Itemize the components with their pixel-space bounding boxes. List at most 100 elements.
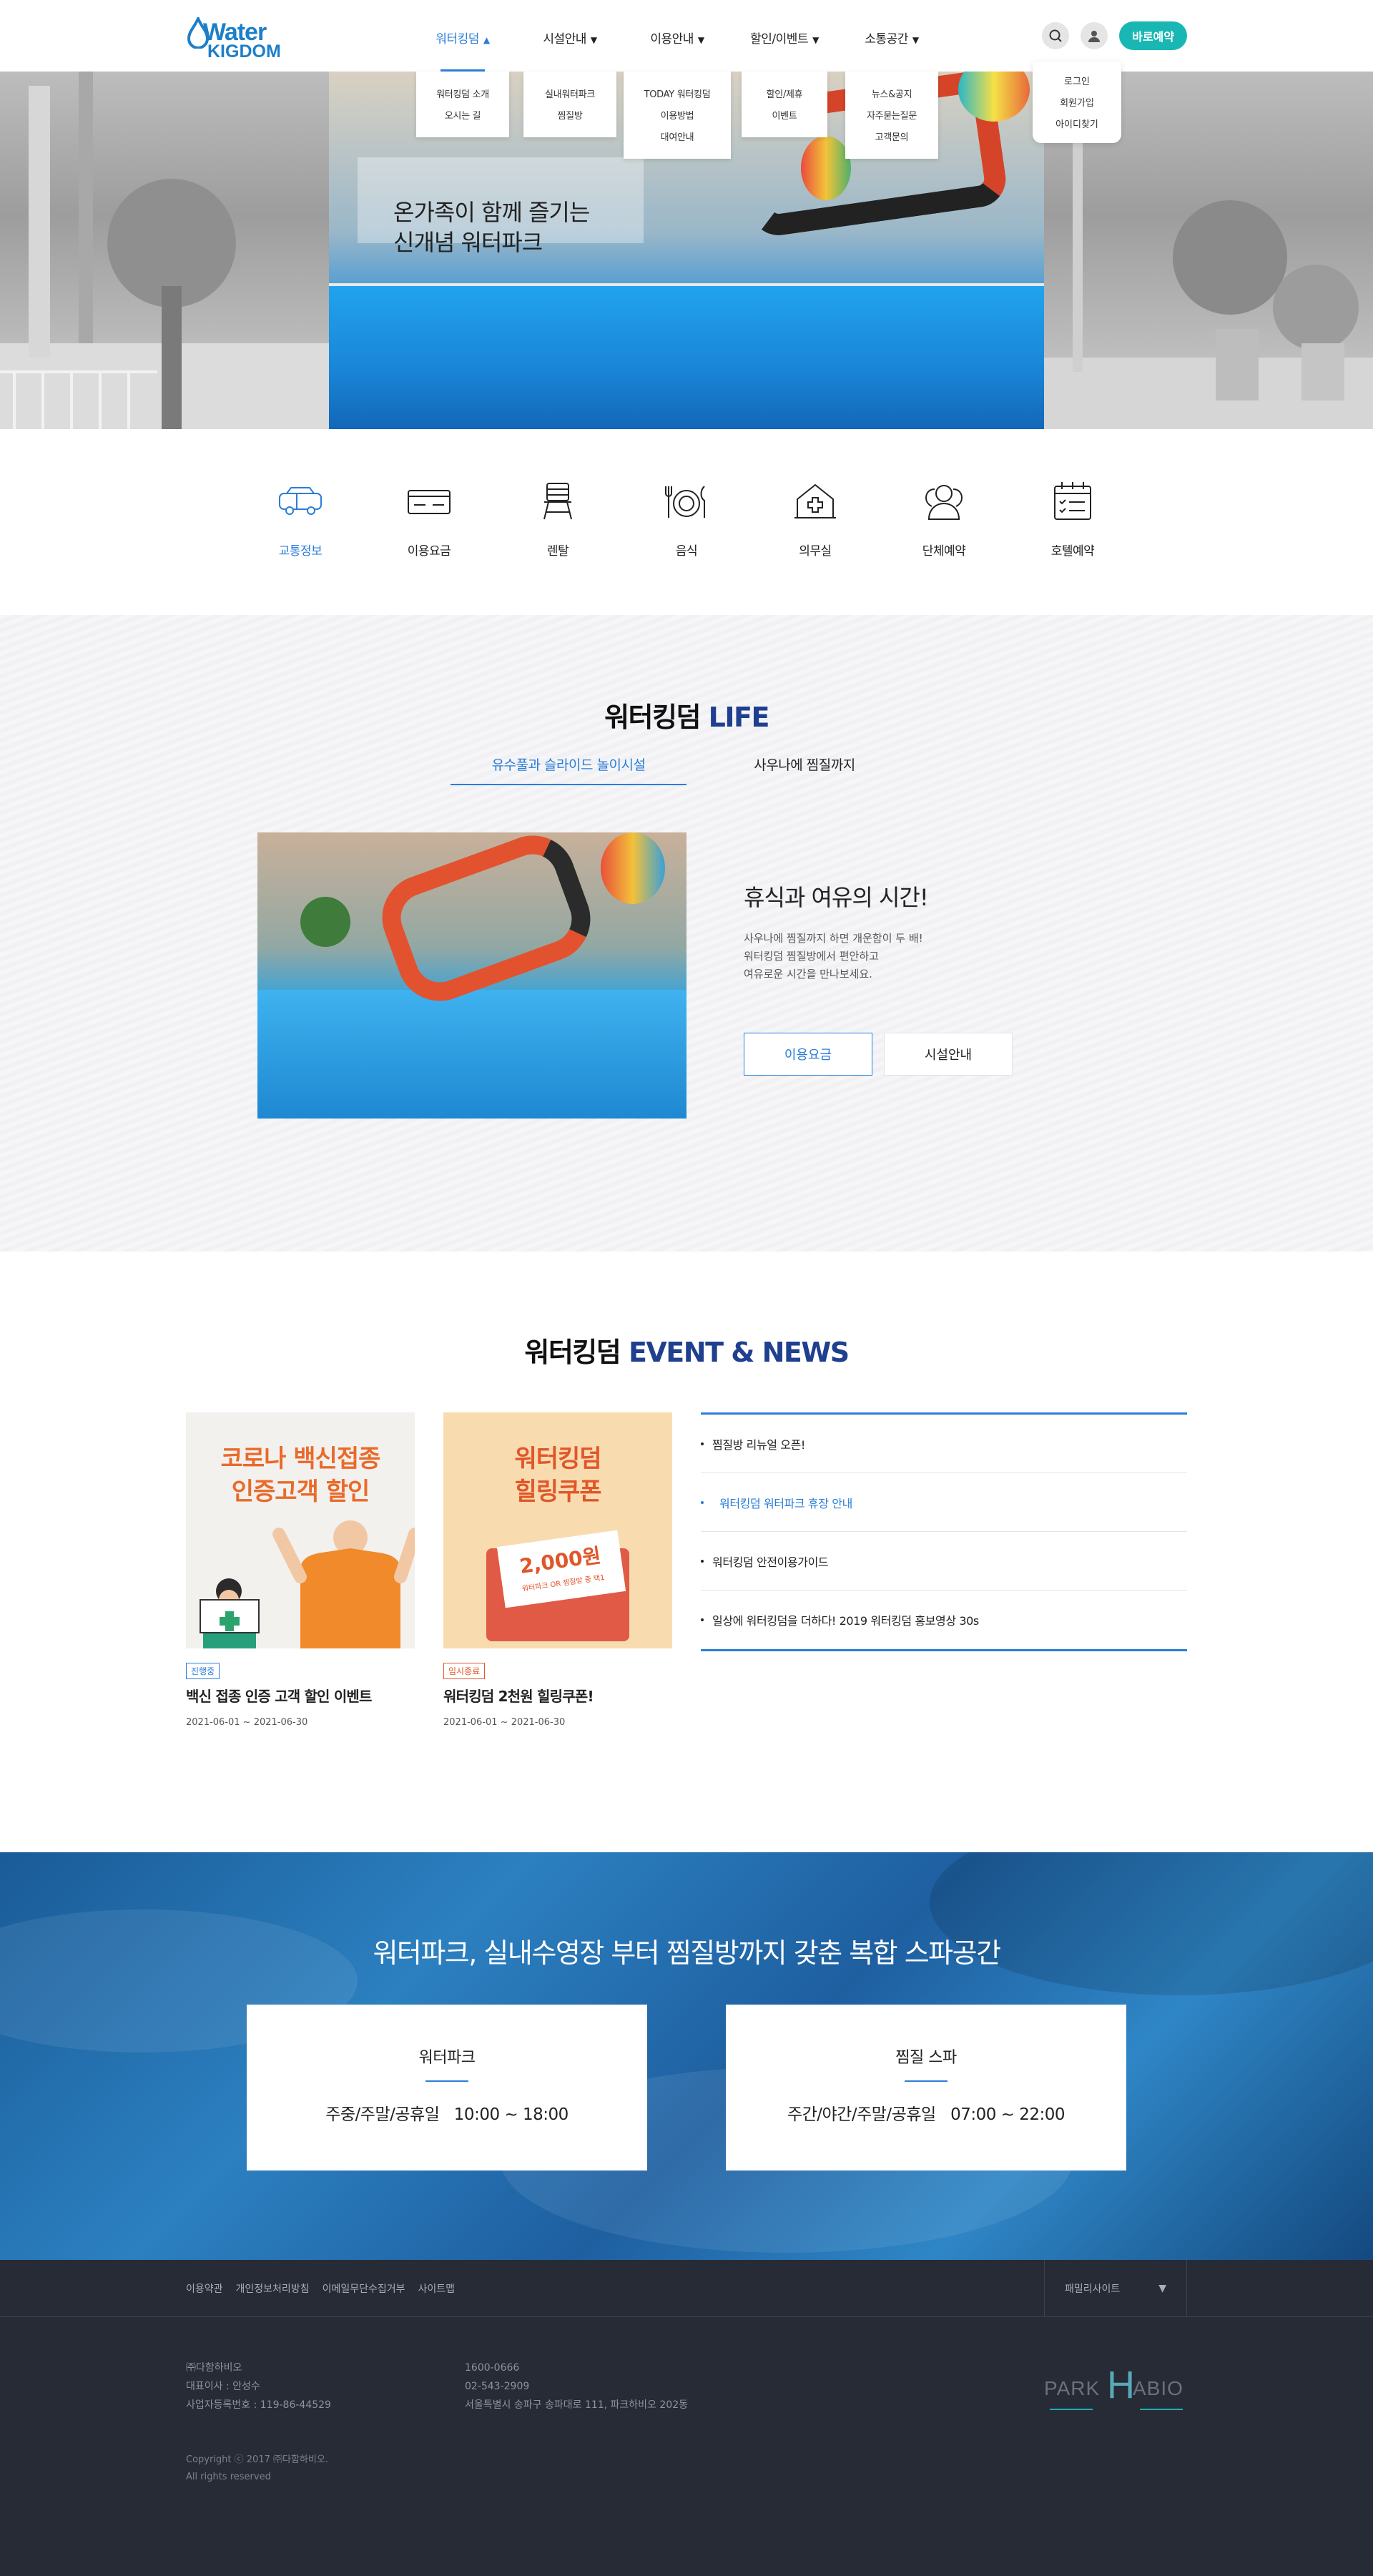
footer-logo-underline — [1140, 2409, 1183, 2410]
price-button[interactable]: 이용요금 — [744, 1033, 872, 1076]
footer-company-line: ㈜다함하비오 — [186, 2362, 242, 2374]
life-content: 휴식과 여유의 시간! 사우나에 찜질까지 하면 개운함이 두 배! 워터킹덤 … — [186, 832, 1187, 1119]
chair-icon — [543, 483, 572, 520]
tab-sauna[interactable]: 사우나에 찜질까지 — [686, 754, 922, 785]
family-site-select[interactable]: 패밀리사이트 ▼ — [1044, 2260, 1187, 2317]
footer-contact-line: 서울특별시 송파구 송파대로 111, 파크하비오 202동 — [465, 2399, 688, 2411]
nav-menu-facilities[interactable]: 시설안내 ▼ 실내워터파크 찜질방 — [516, 0, 624, 137]
news-list: 찜질방 리뉴얼 오픈! 워터킹덤 워터파크 휴장 안내 워터킹덤 안전이용가이드… — [701, 1412, 1187, 1651]
search-button[interactable] — [1042, 22, 1070, 49]
nav-sub-item[interactable]: 자주묻는질문 — [845, 106, 938, 127]
hours-box-time: 10:00 ~ 18:00 — [453, 2105, 569, 2124]
life-photo-slide — [370, 832, 603, 1013]
footer-contact-info: 1600-0666 02-543-2909 서울특별시 송파구 송파대로 111… — [465, 2359, 688, 2414]
hours-box-waterpark: 워터파크 주중/주말/공휴일 10:00 ~ 18:00 — [247, 2005, 647, 2171]
footer-logo-h: H — [1107, 2364, 1135, 2407]
nav-sub-item[interactable]: 할인/제휴 — [742, 84, 827, 106]
quick-item-group[interactable]: 단체예약 — [880, 476, 1008, 615]
nav-submenu: 실내워터파크 찜질방 — [523, 72, 616, 137]
chevron-down-icon: ▼ — [697, 35, 704, 45]
event-illustration — [200, 1520, 415, 1648]
quick-item-label: 의무실 — [799, 544, 832, 559]
site-logo[interactable]: Water KIGDOM — [186, 16, 286, 62]
hours-box-name: 워터파크 — [418, 2049, 476, 2067]
nav-sub-item[interactable]: 실내워터파크 — [523, 84, 616, 106]
nav-sub-item[interactable]: 이벤트 — [742, 106, 827, 127]
nav-sub-item[interactable]: 찜질방 — [523, 106, 616, 127]
event-title-main: 워터킹덤 — [524, 1337, 629, 1368]
life-section: 워터킹덤 LIFE 유수풀과 슬라이드 놀이시설 사우나에 찜질까지 휴식과 여… — [0, 615, 1373, 1252]
life-desc-line: 워터킹덤 찜질방에서 편안하고 — [744, 950, 879, 963]
find-id-link[interactable]: 아이디찾기 — [1033, 114, 1121, 136]
nav-sub-item[interactable]: 뉴스&공지 — [845, 84, 938, 106]
hours-box-divider — [905, 2080, 948, 2082]
footer-link-email[interactable]: 이메일무단수집거부 — [323, 2281, 405, 2296]
quick-item-label: 렌탈 — [546, 544, 569, 559]
nav-sub-item[interactable]: TODAY 워터킹덤 — [624, 84, 731, 106]
event-card-date: 2021-06-01 ~ 2021-06-30 — [186, 1717, 308, 1728]
hours-box-divider — [425, 2080, 468, 2082]
footer-logo-abio: ABIO — [1133, 2377, 1183, 2399]
footer-contact-line: 1600-0666 — [465, 2362, 520, 2374]
nav-menu-label: 소통공간 — [865, 32, 908, 46]
nav-sub-item[interactable]: 고객문의 — [845, 127, 938, 149]
nav-menu-discount[interactable]: 할인/이벤트 ▼ 할인/제휴 이벤트 — [731, 0, 838, 137]
footer-link-terms[interactable]: 이용약관 — [186, 2281, 223, 2296]
life-heading: 휴식과 여유의 시간! — [744, 884, 929, 911]
hero-copy-line2: 신개념 워터파크 — [393, 229, 543, 256]
signup-link[interactable]: 회원가입 — [1033, 93, 1121, 114]
hero-copy: 온가족이 함께 즐기는 신개념 워터파크 — [393, 197, 590, 257]
hours-box-value: 주간/야간/주말/공휴일 07:00 ~ 22:00 — [726, 2100, 1126, 2125]
tab-slides[interactable]: 유수풀과 슬라이드 놀이시설 — [451, 754, 686, 785]
nav-sub-item[interactable]: 대여안내 — [624, 127, 731, 149]
footer-link-privacy[interactable]: 개인정보처리방침 — [236, 2281, 310, 2296]
nav-sub-item[interactable]: 오시는 길 — [416, 106, 509, 127]
quick-item-hotel[interactable]: 호텔예약 — [1008, 476, 1137, 615]
nav-sub-item[interactable]: 이용방법 — [624, 106, 731, 127]
hours-box-days: 주중/주말/공휴일 — [325, 2105, 440, 2124]
hours-box-time: 07:00 ~ 22:00 — [950, 2105, 1066, 2124]
user-button[interactable] — [1081, 22, 1108, 49]
user-icon — [1088, 31, 1101, 42]
news-item[interactable]: 일상에 워터킹덤을 더하다! 2019 워터킹덤 홍보영상 30s — [701, 1591, 1187, 1649]
login-link[interactable]: 로그인 — [1033, 72, 1121, 93]
footer-copyright-line: Copyright ⓒ 2017 ㈜다함하비오. — [186, 2454, 328, 2465]
dish-icon — [665, 486, 705, 518]
quick-item-traffic[interactable]: 교통정보 — [236, 476, 365, 615]
quick-menu: 교통정보 이용요금 렌탈 음식 의무실 단체예약 호텔예약 — [0, 429, 1373, 615]
event-thumb-text: 워터킹덤 힐링쿠폰 — [443, 1442, 672, 1508]
nav-sub-item[interactable]: 워터킹덤 소개 — [416, 84, 509, 106]
nav-menu-waterkingdom[interactable]: 워터킹덤 ▲ 워터킹덤 소개 오시는 길 — [409, 0, 516, 137]
hero-balloon — [801, 136, 851, 200]
event-card[interactable]: 코로나 백신접종 인증고객 할인 진행중 백신 접종 인증 고객 할인 이벤트 — [186, 1412, 415, 1728]
family-site-label: 패밀리사이트 — [1065, 2284, 1121, 2295]
news-item[interactable]: 찜질방 리뉴얼 오픈! — [701, 1415, 1187, 1473]
chevron-down-icon: ▼ — [590, 35, 597, 45]
quick-item-rental[interactable]: 렌탈 — [493, 476, 622, 615]
parkhabio-logo: PARK H ABIO — [1044, 2360, 1187, 2417]
footer-company-info: ㈜다함하비오 대표이사 : 안성수 사업자등록번호 : 119-86-44529 — [186, 2359, 331, 2414]
news-item[interactable]: 워터킹덤 안전이용가이드 — [701, 1532, 1187, 1591]
header-utilities: 바로예약 — [1042, 21, 1187, 50]
life-photo-tree — [300, 897, 350, 947]
nav-menu-guide[interactable]: 이용안내 ▼ TODAY 워터킹덤 이용방법 대여안내 — [624, 0, 731, 159]
event-card[interactable]: 워터킹덤 힐링쿠폰 2,000원 워터파크 OR 찜질방 중 택1 임시종료 워… — [443, 1412, 672, 1728]
bullet-icon — [701, 1559, 704, 1563]
event-title: 워터킹덤 EVENT & NEWS — [0, 1330, 1373, 1370]
nav-menu-community[interactable]: 소통공간 ▼ 뉴스&공지 자주묻는질문 고객문의 — [838, 0, 945, 159]
book-now-button[interactable]: 바로예약 — [1119, 21, 1187, 50]
facility-button[interactable]: 시설안내 — [884, 1033, 1013, 1076]
chevron-down-icon: ▼ — [912, 35, 919, 45]
footer-company-line: 사업자등록번호 : 119-86-44529 — [186, 2399, 331, 2411]
life-desc-line: 사우나에 찜질까지 하면 개운함이 두 배! — [744, 932, 923, 945]
site-footer: 이용약관 개인정보처리방침 이메일무단수집거부 사이트맵 패밀리사이트 ▼ ㈜다… — [0, 2260, 1373, 2576]
news-item[interactable]: 워터킹덤 워터파크 휴장 안내 — [701, 1473, 1187, 1532]
footer-link-sitemap[interactable]: 사이트맵 — [418, 2281, 456, 2296]
life-tabs: 유수풀과 슬라이드 놀이시설 사우나에 찜질까지 — [0, 754, 1373, 785]
hours-title: 워터파크, 실내수영장 부터 찜질방까지 갖춘 복합 스파공간 — [373, 1937, 1001, 1969]
quick-item-food[interactable]: 음식 — [622, 476, 751, 615]
life-text: 휴식과 여유의 시간! 사우나에 찜질까지 하면 개운함이 두 배! 워터킹덤 … — [744, 880, 929, 983]
quick-item-price[interactable]: 이용요금 — [365, 476, 493, 615]
quick-item-medical[interactable]: 의무실 — [751, 476, 880, 615]
event-thumbnail: 코로나 백신접종 인증고객 할인 — [186, 1412, 415, 1648]
